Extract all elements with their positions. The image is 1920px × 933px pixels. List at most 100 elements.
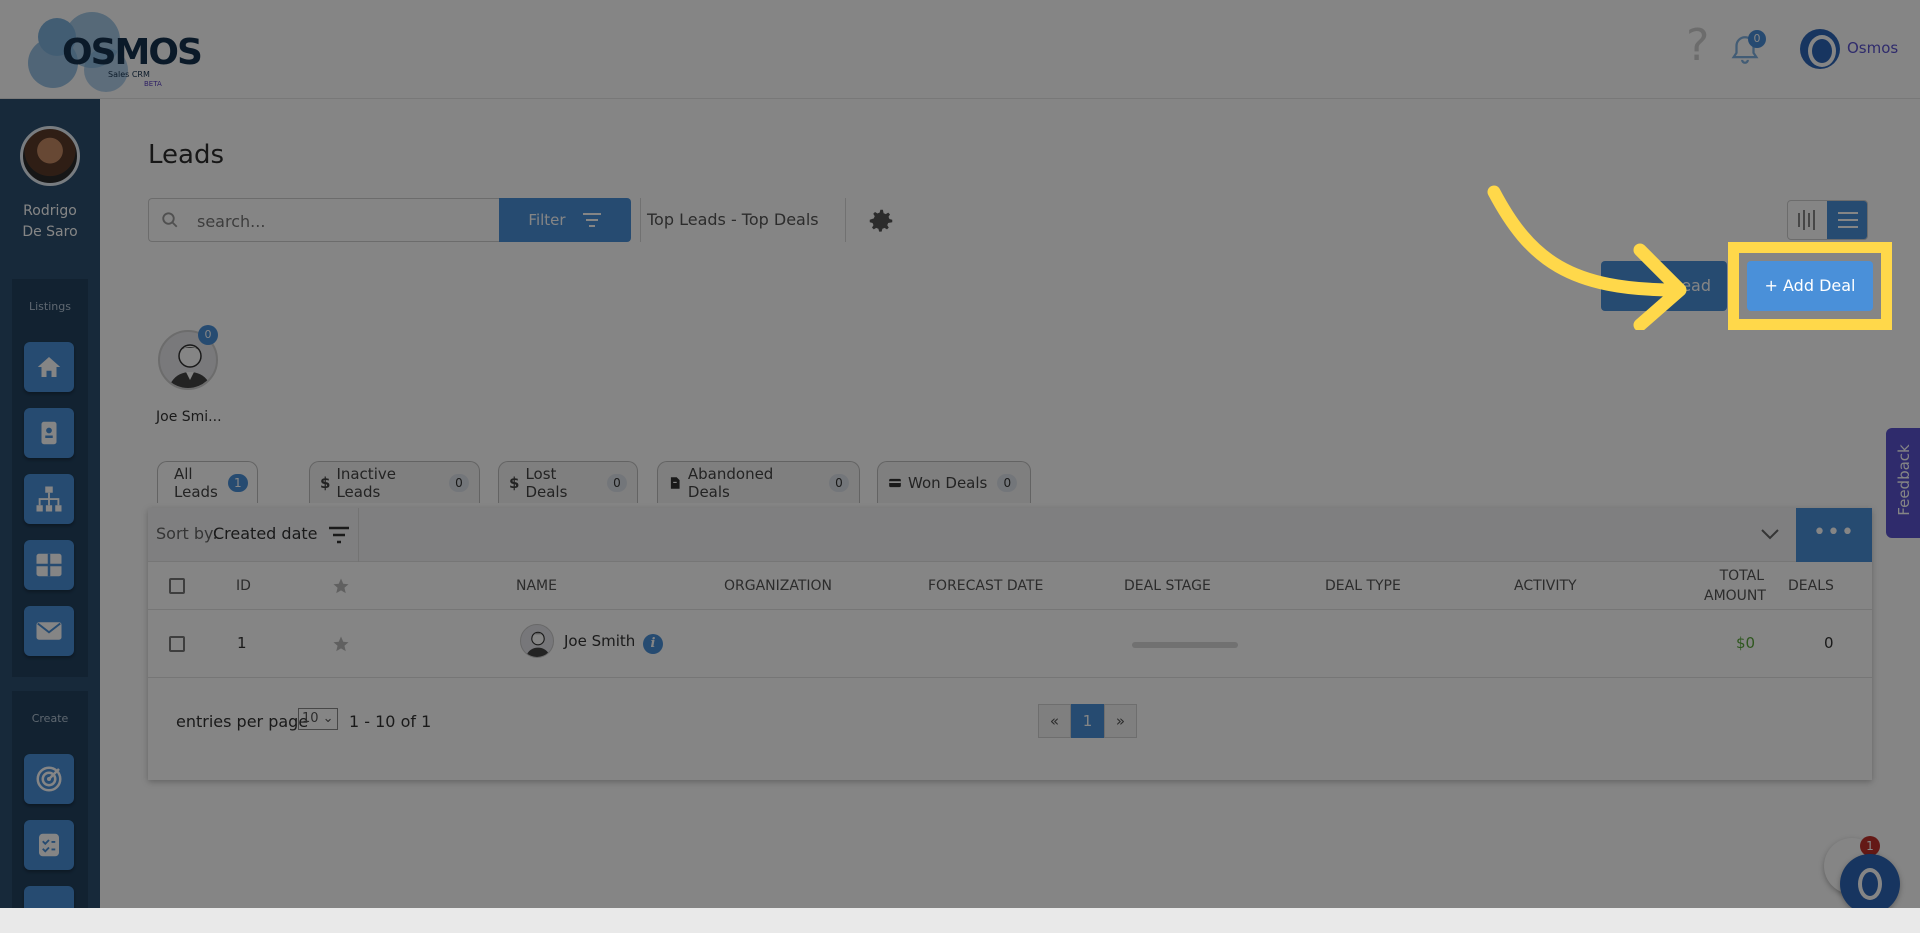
create-label: Create <box>31 712 69 725</box>
more-options-button[interactable]: ••• <box>1796 508 1872 562</box>
dollar-icon: $ <box>320 473 331 492</box>
col-deal-stage[interactable]: DEAL STAGE <box>1124 578 1211 594</box>
sort-label: Sort by: <box>156 524 218 543</box>
col-name[interactable]: NAME <box>516 578 557 594</box>
pagination-bar: entries per page 10 ⌄ 1 - 10 of 1 « 1 » <box>148 678 1872 780</box>
col-deals[interactable]: DEALS <box>1788 578 1834 594</box>
page-1-button[interactable]: 1 <box>1071 704 1104 738</box>
account-avatar[interactable] <box>1800 29 1840 69</box>
user-silhouette-icon <box>525 631 551 657</box>
row-id: 1 <box>237 634 247 652</box>
listings-label: Listings <box>29 300 71 313</box>
mail-icon[interactable] <box>24 606 74 656</box>
sort-value[interactable]: Created date <box>213 524 317 543</box>
kanban-icon <box>1798 210 1815 230</box>
select-all-checkbox[interactable] <box>169 578 185 594</box>
account-name[interactable]: Osmos <box>1847 39 1898 57</box>
row-deals: 0 <box>1824 634 1834 652</box>
target-icon[interactable] <box>24 754 74 804</box>
filter-lines-icon <box>582 213 601 227</box>
checklist-icon[interactable] <box>24 820 74 870</box>
tab-count: 0 <box>607 473 627 492</box>
search-input[interactable] <box>197 207 487 235</box>
deal-stage-progress <box>1132 642 1238 648</box>
star-icon[interactable] <box>332 635 350 653</box>
row-name[interactable]: Joe Smith <box>564 632 635 650</box>
user-photo[interactable] <box>20 126 80 186</box>
sort-icon[interactable] <box>328 525 350 545</box>
dollar-icon: $ <box>509 473 520 492</box>
row-avatar <box>520 624 554 658</box>
top-header: OSMOS Sales CRM BETA ? 0 Osmos <box>0 0 1920 99</box>
entries-per-page-label: entries per page <box>176 712 309 731</box>
col-activity[interactable]: ACTIVITY <box>1514 578 1577 594</box>
tab-label: Inactive Leads <box>336 464 396 501</box>
table-row[interactable]: 1 Joe Smith i $0 0 <box>148 610 1872 678</box>
contact-card-icon[interactable] <box>24 408 74 458</box>
leads-table-panel: Sort by: Created date ••• ID NAME ORGANI… <box>148 508 1872 780</box>
assistant-launcher[interactable] <box>1840 854 1900 914</box>
user-filter-name: Joe Smi... <box>156 409 222 425</box>
logo-subtitle: Sales CRM <box>108 70 150 79</box>
tab-all-leads[interactable]: All Leads 1 <box>157 461 258 503</box>
logo-beta: BETA <box>144 80 162 88</box>
sort-bar: Sort by: Created date ••• <box>148 508 1872 562</box>
home-icon[interactable] <box>24 342 74 392</box>
help-icon[interactable]: ? <box>1686 24 1709 68</box>
feedback-label: Feedback <box>1895 444 1913 516</box>
saved-view-name[interactable]: Top Leads - Top Deals <box>640 198 846 242</box>
tutorial-arrow-icon <box>1487 185 1687 330</box>
user-first-name: Rodrigo <box>23 203 77 219</box>
chevron-down-icon[interactable] <box>1758 522 1782 546</box>
search-icon <box>162 212 178 228</box>
entries-range: 1 - 10 of 1 <box>349 712 432 731</box>
user-last-name: De Saro <box>22 224 78 240</box>
next-page-button[interactable]: » <box>1104 704 1137 738</box>
osmos-logo[interactable]: OSMOS Sales CRM BETA <box>24 8 203 92</box>
tab-label: Lost Deals <box>525 464 568 501</box>
page-title: Leads <box>148 140 225 170</box>
kanban-view-button[interactable] <box>1788 201 1827 239</box>
tab-label: Won Deals <box>908 473 988 492</box>
notifications-badge: 0 <box>1748 30 1766 48</box>
filter-label: Filter <box>528 211 566 229</box>
tab-lost-deals[interactable]: $ Lost Deals 0 <box>498 461 638 503</box>
col-deal-type[interactable]: DEAL TYPE <box>1325 578 1401 594</box>
tab-count: 0 <box>829 473 849 492</box>
filter-button[interactable]: Filter <box>499 198 631 242</box>
tab-count: 0 <box>449 473 469 492</box>
chat-badge: 1 <box>1860 836 1880 856</box>
star-icon[interactable] <box>332 577 350 595</box>
tab-label: Abandoned Deals <box>687 464 774 501</box>
search-field[interactable] <box>148 198 500 242</box>
list-view-button[interactable] <box>1827 201 1867 239</box>
logo-text: OSMOS <box>62 32 203 73</box>
col-total-amount-line1: TOTAL <box>1719 568 1764 584</box>
tab-abandoned-deals[interactable]: Abandoned Deals 0 <box>657 461 860 503</box>
feedback-tab[interactable]: Feedback <box>1886 428 1920 538</box>
col-forecast-date[interactable]: FORECAST DATE <box>928 578 1043 594</box>
document-icon <box>670 476 680 489</box>
entries-per-page-select[interactable]: 10 ⌄ <box>298 708 338 730</box>
tutorial-highlight-box <box>1728 242 1892 330</box>
col-id[interactable]: ID <box>236 578 251 594</box>
col-total-amount[interactable]: TOTAL AMOUNT <box>1704 566 1766 606</box>
view-toggle <box>1787 200 1868 240</box>
tab-inactive-leads[interactable]: $ Inactive Leads 0 <box>309 461 480 503</box>
dashboard-grid-icon[interactable] <box>24 540 74 590</box>
prev-page-button[interactable]: « <box>1038 704 1071 738</box>
tab-label: All Leads <box>174 464 218 501</box>
info-icon[interactable]: i <box>643 634 663 654</box>
tab-count: 0 <box>997 473 1018 492</box>
user-filter-count: 0 <box>198 325 218 345</box>
sidebar: Rodrigo De Saro Listings Create <box>0 99 100 933</box>
entries-per-page-value: 10 <box>302 711 319 726</box>
org-chart-icon[interactable] <box>24 474 74 524</box>
sidebar-user-name: Rodrigo De Saro <box>0 201 100 243</box>
row-total-amount: $0 <box>1736 634 1756 652</box>
gear-icon[interactable] <box>866 206 896 236</box>
col-organization[interactable]: ORGANIZATION <box>724 578 832 594</box>
divider <box>358 508 359 562</box>
row-checkbox[interactable] <box>169 636 185 652</box>
tab-won-deals[interactable]: Won Deals 0 <box>877 461 1031 503</box>
